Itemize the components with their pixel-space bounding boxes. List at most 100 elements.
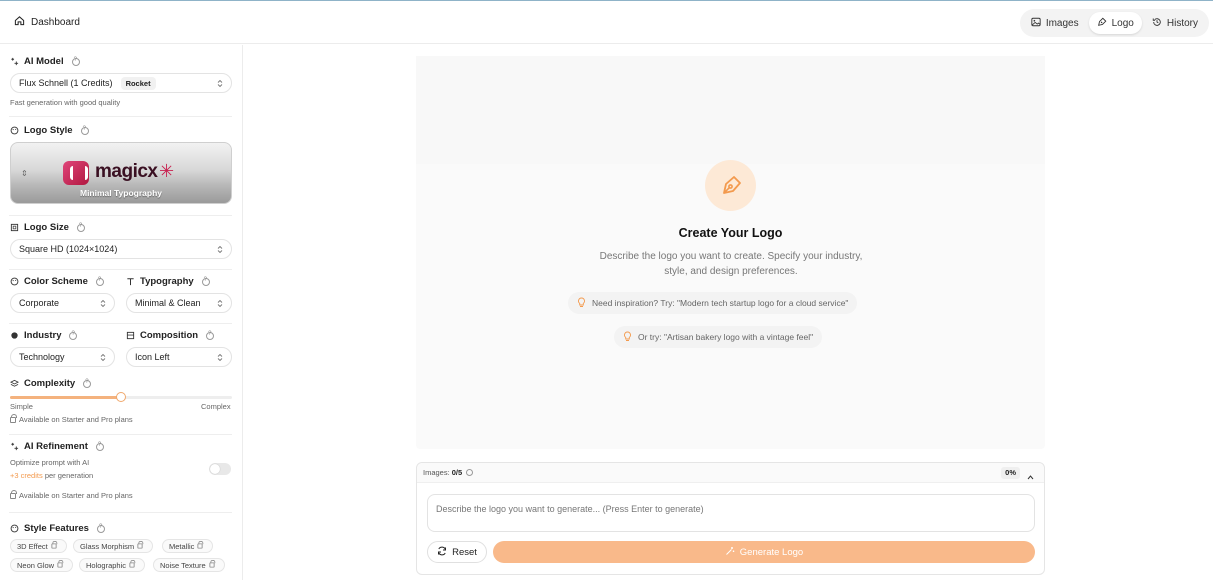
- help-icon[interactable]: [95, 277, 104, 286]
- style-chip-metallic[interactable]: Metallic: [162, 539, 214, 553]
- logo-style-preview[interactable]: ⇕ magicx ✳ Minimal Typography: [10, 142, 232, 204]
- composition-heading: Composition: [126, 330, 215, 341]
- complexity-slider[interactable]: [10, 392, 232, 402]
- complexity-slider-handle[interactable]: [116, 392, 126, 402]
- brand-wordmark: magicx: [95, 161, 158, 182]
- complexity-note-text: Available on Starter and Pro plans: [19, 415, 133, 424]
- ai-refinement-plan-note: Available on Starter and Pro plans: [10, 490, 133, 500]
- style-chip-3d-effect[interactable]: 3D Effect: [10, 539, 67, 553]
- style-chip-label: Metallic: [169, 541, 195, 551]
- canvas-top-band: [416, 56, 1045, 164]
- palette-icon: [10, 126, 19, 135]
- history-icon: [1152, 17, 1162, 30]
- help-icon[interactable]: [71, 57, 80, 66]
- ai-refinement-note-text: Available on Starter and Pro plans: [19, 491, 133, 500]
- ai-model-title: AI Model: [24, 56, 64, 67]
- ai-refinement-heading: AI Refinement: [10, 441, 104, 452]
- style-chip-neon-glow[interactable]: Neon Glow: [10, 558, 74, 572]
- ai-model-value: Flux Schnell: [19, 78, 69, 88]
- composer-status-bar: Images: 0/5 0%: [417, 463, 1044, 483]
- wand-icon: [725, 546, 735, 559]
- palette-icon: [10, 277, 19, 286]
- sparkles-icon: [10, 442, 19, 451]
- logo-size-title: Logo Size: [24, 222, 69, 233]
- industry-select[interactable]: Technology: [10, 347, 115, 367]
- style-features-heading: Style Features: [10, 523, 105, 534]
- composition-select[interactable]: Icon Left: [126, 347, 232, 367]
- inspiration-tip-alt-text: Or try: "Artisan bakery logo with a vint…: [638, 332, 814, 342]
- pen-tool-icon: [1097, 17, 1107, 30]
- color-scheme-title: Color Scheme: [24, 276, 88, 287]
- style-chip-label: Holographic: [86, 560, 127, 570]
- chevron-updown-icon: [100, 299, 106, 308]
- tab-images-label: Images: [1045, 17, 1079, 29]
- style-chip-noise-texture[interactable]: Noise Texture: [153, 558, 225, 572]
- complexity-max-label: Complex: [201, 402, 231, 411]
- help-icon[interactable]: [83, 379, 92, 388]
- industry-value: Technology: [19, 352, 65, 362]
- tab-logo[interactable]: Logo: [1088, 12, 1142, 34]
- info-icon[interactable]: [466, 469, 474, 476]
- help-icon[interactable]: [80, 126, 89, 135]
- image-count-label: Images:: [423, 468, 450, 477]
- logo-style-title: Logo Style: [24, 125, 73, 136]
- help-icon[interactable]: [201, 277, 210, 286]
- page-title: Create Your Logo: [678, 226, 783, 240]
- logo-size-value: Square HD (1024×1024): [19, 244, 118, 254]
- style-chip-label: Noise Texture: [160, 560, 206, 570]
- circle-icon: [10, 331, 19, 340]
- mode-tabs: Images Logo History: [1019, 9, 1209, 37]
- ai-refinement-cost: +3 credits per generation: [10, 471, 93, 480]
- generate-label: Generate Logo: [739, 546, 804, 558]
- ai-model-select[interactable]: Flux Schnell (1 Credits) Rocket: [10, 73, 232, 93]
- logo-size-select[interactable]: Square HD (1024×1024): [10, 239, 232, 259]
- ai-refinement-credits: +3 credits: [10, 471, 43, 480]
- tab-images[interactable]: Images: [1023, 12, 1087, 34]
- sparkles-icon: [10, 57, 19, 66]
- dashboard-link[interactable]: Dashboard: [14, 15, 80, 29]
- help-icon[interactable]: [95, 442, 104, 451]
- chevron-up-icon[interactable]: [1027, 468, 1034, 480]
- ai-refinement-title: AI Refinement: [24, 441, 88, 452]
- help-icon[interactable]: [69, 331, 78, 340]
- chevron-updown-icon: [217, 79, 223, 88]
- industry-heading: Industry: [10, 330, 78, 341]
- chevron-updown-icon: [217, 299, 223, 308]
- tab-history[interactable]: History: [1144, 12, 1206, 34]
- help-icon[interactable]: [76, 223, 85, 232]
- refresh-icon: [437, 546, 447, 559]
- inspiration-tip-alt[interactable]: Or try: "Artisan bakery logo with a vint…: [614, 326, 823, 348]
- palette-icon: [10, 524, 19, 533]
- logo-style-caption: Minimal Typography: [79, 188, 163, 198]
- ai-refinement-toggle[interactable]: [209, 463, 231, 475]
- layers-icon: [10, 379, 19, 388]
- style-chip-glass-morphism[interactable]: Glass Morphism: [73, 539, 154, 553]
- prompt-input[interactable]: Describe the logo you want to generate..…: [427, 494, 1035, 532]
- color-scheme-select[interactable]: Corporate: [10, 293, 115, 313]
- help-icon[interactable]: [206, 331, 215, 340]
- composition-title: Composition: [140, 330, 199, 341]
- generate-logo-button[interactable]: Generate Logo: [493, 541, 1035, 563]
- industry-title: Industry: [24, 330, 62, 341]
- home-icon: [14, 15, 25, 29]
- lock-icon: [10, 490, 17, 499]
- image-count: Images: 0/5: [423, 468, 474, 477]
- reset-button[interactable]: Reset: [427, 541, 487, 563]
- style-features-title: Style Features: [24, 523, 89, 534]
- inspiration-tip[interactable]: Need inspiration? Try: "Modern tech star…: [568, 292, 858, 314]
- ai-model-hint: Fast generation with good quality: [10, 98, 121, 107]
- help-icon[interactable]: [96, 524, 105, 533]
- logo-size-heading: Logo Size: [10, 222, 85, 233]
- lightbulb-icon: [623, 331, 632, 344]
- composition-value: Icon Left: [135, 352, 170, 362]
- prompt-composer: Images: 0/5 0% Describe the logo you wan…: [416, 462, 1045, 575]
- dashboard-label: Dashboard: [31, 16, 80, 28]
- typography-title: Typography: [140, 276, 194, 287]
- typography-select[interactable]: Minimal & Clean: [126, 293, 232, 313]
- chevron-updown-icon: [100, 353, 106, 362]
- style-chip-holographic[interactable]: Holographic: [79, 558, 146, 572]
- divider: [9, 512, 232, 513]
- lock-icon: [129, 559, 136, 568]
- starburst-icon: ✳: [159, 161, 175, 181]
- ai-model-badge: Rocket: [120, 76, 156, 90]
